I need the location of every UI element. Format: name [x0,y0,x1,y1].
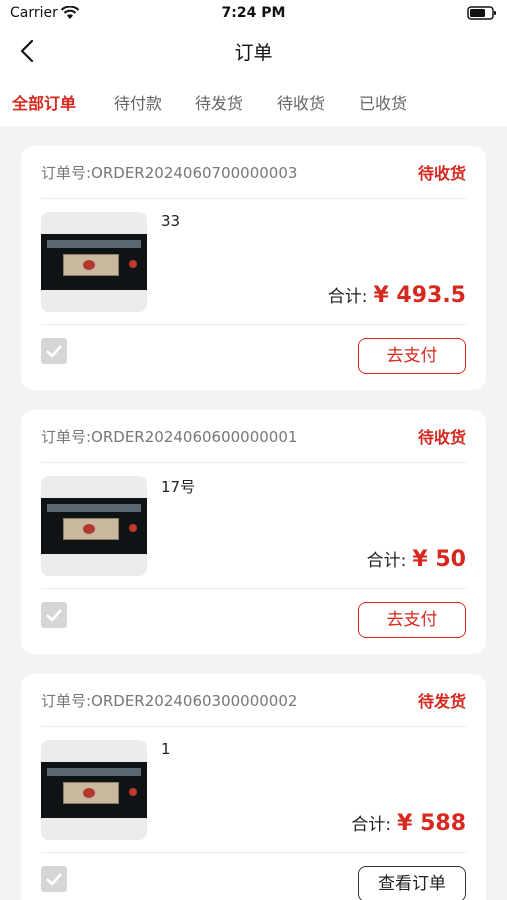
order-total: 合计: ¥ 588 [351,810,466,836]
order-status: 待收货 [417,428,466,447]
divider [41,852,466,853]
divider [41,324,466,325]
order-number: 订单号:ORDER2024060700000003 [41,164,298,182]
product-name: 1 [161,740,171,758]
tab-received[interactable]: 已收货 [359,90,407,114]
status-bar: Carrier 7:24 PM [0,0,507,28]
divider [41,588,466,589]
order-number: 订单号:ORDER2024060600000001 [41,428,298,446]
status-time: 7:24 PM [221,5,286,21]
order-status: 待发货 [417,692,466,711]
order-status: 待收货 [417,164,466,183]
product-name: 17号 [161,478,196,496]
order-total: 合计: ¥ 50 [367,546,466,572]
pay-button[interactable]: 去支付 [358,602,466,638]
select-checkbox[interactable] [41,866,67,892]
select-checkbox[interactable] [41,338,67,364]
order-total: 合计: ¥ 493.5 [328,282,466,308]
total-amount: ¥ 588 [397,811,466,836]
product-image[interactable] [41,476,147,576]
order-tabs: 全部订单 待付款 待发货 待收货 已收货 [0,74,507,126]
total-label: 合计: [351,815,392,835]
pay-button[interactable]: 去支付 [358,338,466,374]
total-amount: ¥ 50 [412,547,466,572]
tab-pending-shipment[interactable]: 待发货 [195,90,243,114]
battery-icon [467,6,496,20]
total-label: 合计: [327,287,368,307]
checkmark-icon [46,873,62,886]
order-card[interactable]: 订单号:ORDER2024060600000001 待收货 17号 合计: ¥ 5… [21,410,486,654]
order-number: 订单号:ORDER2024060300000002 [41,692,298,710]
checkmark-icon [46,609,62,622]
order-card-header: 订单号:ORDER2024060700000003 待收货 [21,146,486,198]
product-image[interactable] [41,740,147,840]
tab-pending-receipt[interactable]: 待收货 [277,90,325,114]
order-card-header: 订单号:ORDER2024060300000002 待发货 [21,674,486,726]
total-label: 合计: [366,551,407,571]
total-amount: ¥ 493.5 [373,283,466,308]
order-card-header: 订单号:ORDER2024060600000001 待收货 [21,410,486,462]
view-order-button[interactable]: 查看订单 [358,866,466,900]
product-name: 33 [161,212,181,230]
divider [41,198,466,199]
checkmark-icon [46,345,62,358]
tab-pending-payment[interactable]: 待付款 [114,90,162,114]
page-title: 订单 [234,42,273,64]
order-card[interactable]: 订单号:ORDER2024060700000003 待收货 33 合计: ¥ 49… [21,146,486,390]
nav-bar: 订单 [0,28,507,74]
select-checkbox[interactable] [41,602,67,628]
product-image[interactable] [41,212,147,312]
divider [41,726,466,727]
order-card[interactable]: 订单号:ORDER2024060300000002 待发货 1 合计: ¥ 588… [21,674,486,900]
divider [41,462,466,463]
tab-all-orders[interactable]: 全部订单 [12,90,76,114]
